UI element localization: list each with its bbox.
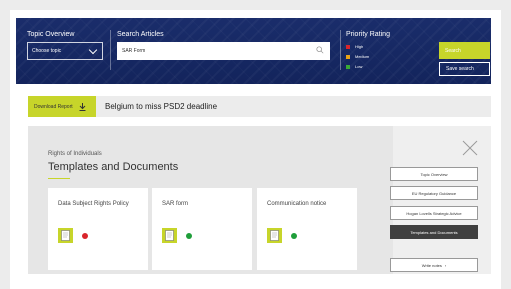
news-headline: Belgium to miss PSD2 deadline [105,102,218,111]
document-card-communication-notice[interactable]: Communication notice [257,188,357,270]
chevron-right-icon: › [444,262,447,268]
priority-high-swatch [346,44,350,49]
download-icon [79,102,86,111]
search-button[interactable]: Search [439,42,490,59]
news-headline-bar[interactable]: Belgium to miss PSD2 deadline [96,96,491,117]
status-dot-green [291,233,297,239]
search-input-value: SAR Form [122,48,146,54]
sidebar-item-strategic-advice[interactable]: Hogan Lovells Strategic Advice [390,206,478,220]
search-icon[interactable] [316,46,324,54]
document-card-data-subject-rights-policy[interactable]: Data Subject Rights Policy [48,188,148,270]
document-card-sar-form[interactable]: SAR form [152,188,252,270]
search-label: Search Articles [117,31,164,38]
write-notes-button[interactable]: Write notes › [390,258,478,272]
sidebar-item-templates-and-documents[interactable]: Templates and Documents [390,225,478,239]
close-icon[interactable] [462,140,478,156]
status-dot-red [82,233,88,239]
document-icon [267,228,282,243]
priority-medium-swatch [346,54,350,59]
priority-high-label: High [355,44,364,49]
write-notes-label: Write notes [421,262,442,268]
title-underline [48,178,70,179]
section-subtitle: Rights of Individuals [48,151,102,157]
status-dot-green [186,233,192,239]
priority-medium[interactable]: Medium [346,54,369,59]
download-report-label: Download Report [34,103,73,110]
topic-select-value: Choose topic [32,48,62,54]
document-icon [162,228,177,243]
card-title: Data Subject Rights Policy [58,201,129,207]
card-title: Communication notice [267,201,327,207]
save-search-button[interactable]: Save search [439,62,490,76]
priority-low-swatch [346,64,350,69]
chevron-down-icon [88,45,98,55]
sidebar-item-topic-overview[interactable]: Topic Overview [390,167,478,181]
topic-select[interactable]: Choose topic [27,42,103,60]
priority-label: Priority Rating [346,31,390,38]
topic-label: Topic Overview [27,31,75,38]
download-report-button[interactable]: Download Report [28,96,96,117]
card-title: SAR form [162,201,189,207]
priority-low-label: Low [355,64,363,69]
priority-low[interactable]: Low [346,64,362,69]
header-divider [110,30,111,70]
priority-high[interactable]: High [346,44,363,49]
header-divider [340,30,341,70]
search-input[interactable]: SAR Form [117,42,330,60]
sidebar-item-eu-regulatory-guidance[interactable]: EU Regulatory Guidance [390,186,478,200]
priority-medium-label: Medium [355,54,370,59]
document-icon [58,228,73,243]
page-title: Templates and Documents [48,161,179,173]
